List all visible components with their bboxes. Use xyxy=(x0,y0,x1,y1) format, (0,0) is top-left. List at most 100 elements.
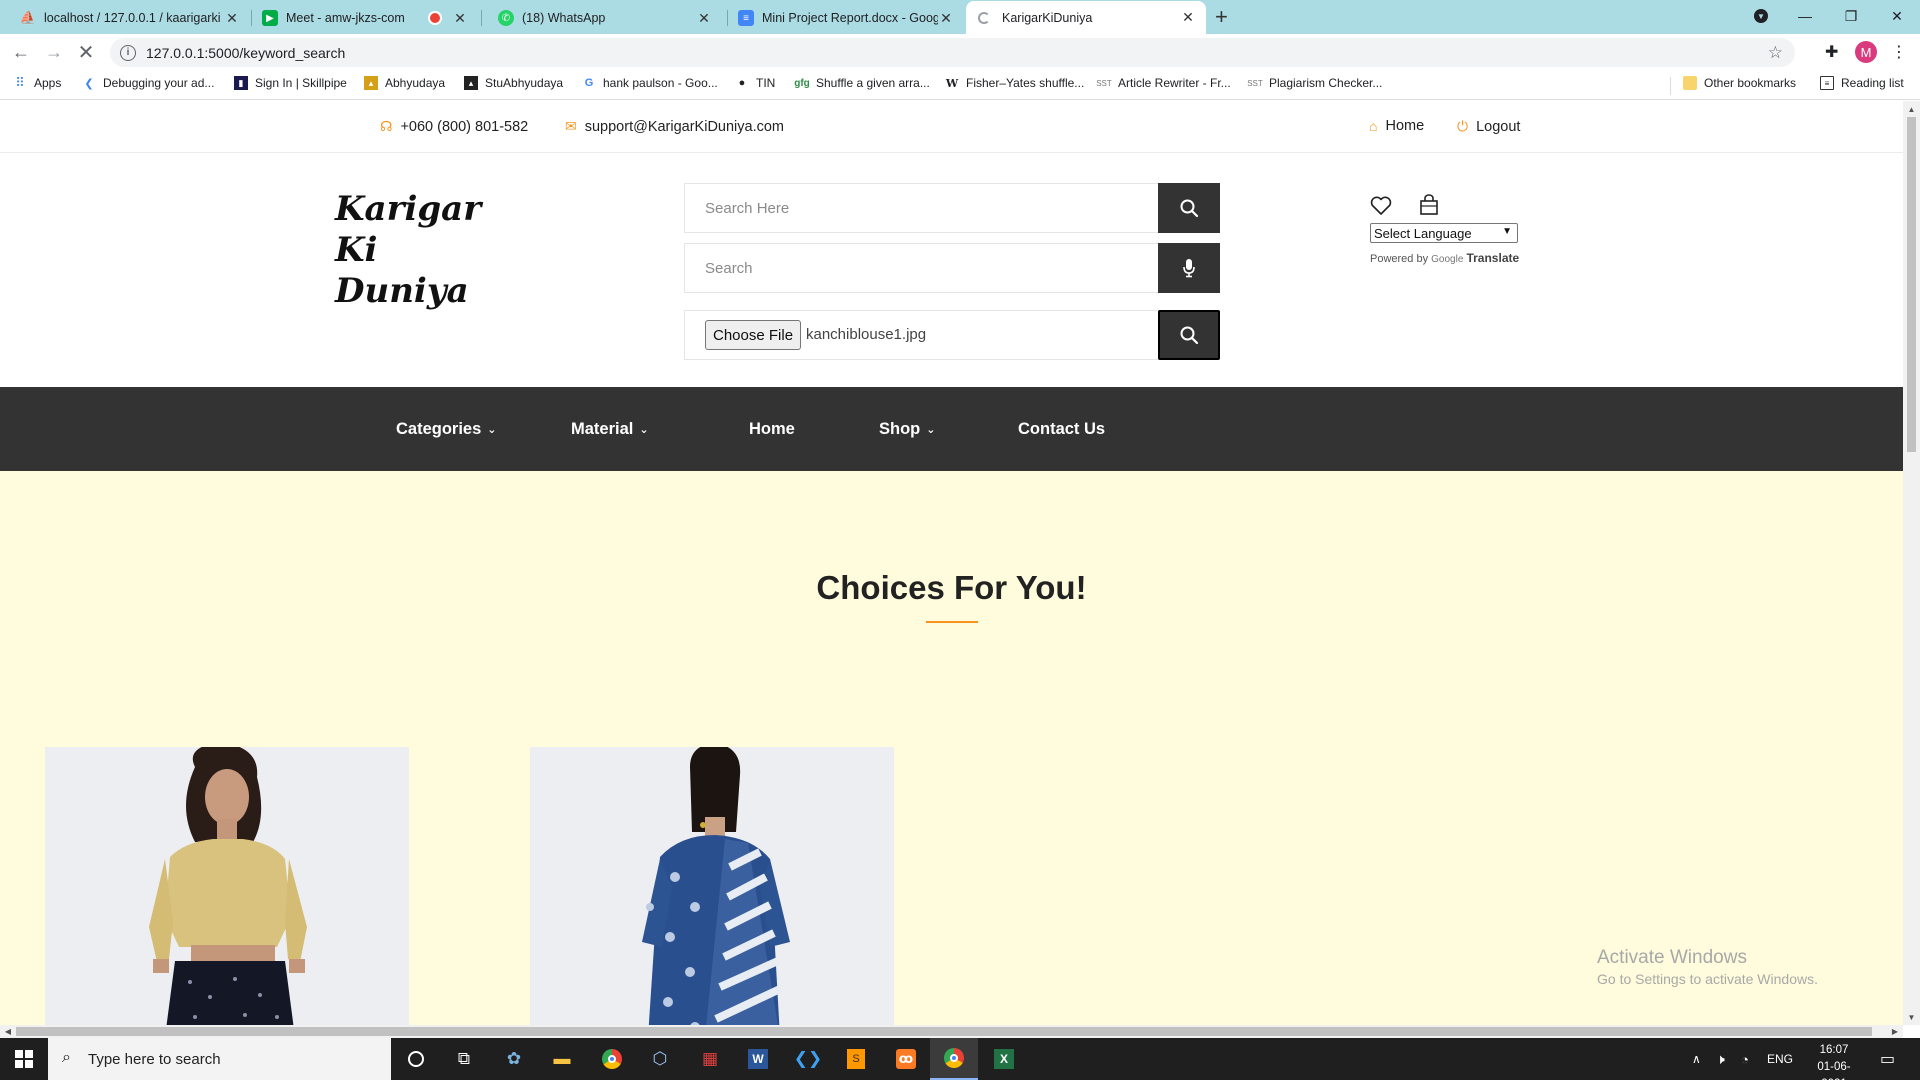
tab-whatsapp[interactable]: ✆ (18) WhatsApp ✕ xyxy=(488,2,722,34)
bookmark-item[interactable]: ▮ Sign In | Skillpipe xyxy=(234,76,347,90)
tab-phpmyadmin[interactable]: ⛵ localhost / 127.0.0.1 / kaarigarki ✕ xyxy=(10,2,250,34)
bookmark-item[interactable]: W Fisher–Yates shuffle... xyxy=(945,76,1084,90)
globe-icon: ● xyxy=(738,77,746,89)
nav-categories[interactable]: Categories ⌄ xyxy=(396,420,497,439)
voice-search-input[interactable] xyxy=(685,244,1159,292)
windows-start-button[interactable] xyxy=(0,1038,48,1080)
tab-title: KarigarKiDuniya xyxy=(1002,10,1093,25)
tab-google-docs[interactable]: ≡ Mini Project Report.docx - Googl ✕ xyxy=(728,2,964,34)
extensions-icon[interactable]: ✚ xyxy=(1825,42,1838,62)
new-tab-icon[interactable]: + xyxy=(1215,4,1228,30)
nav-material[interactable]: Material ⌄ xyxy=(571,420,649,439)
wifi-icon[interactable]: ◔ xyxy=(1741,1038,1749,1080)
bookmark-item[interactable]: SST Plagiarism Checker... xyxy=(1247,76,1382,90)
phpmyadmin-icon: ⛵ xyxy=(19,10,37,25)
skillpipe-icon: ▮ xyxy=(234,76,248,90)
scroll-up-icon[interactable]: ▲ xyxy=(1903,101,1920,117)
chrome-icon[interactable] xyxy=(588,1038,636,1080)
restore-icon[interactable]: ❐ xyxy=(1828,0,1874,32)
tab-meet[interactable]: ▶ Meet - amw-jkzs-com ✕ xyxy=(252,2,478,34)
top-home-link[interactable]: ⌂ Home xyxy=(1369,118,1424,134)
scroll-down-icon[interactable]: ▼ xyxy=(1903,1009,1920,1025)
vscode-icon[interactable]: ❮❯ xyxy=(784,1038,832,1080)
vertical-scrollbar[interactable]: ▲ ▼ xyxy=(1903,101,1920,1025)
close-window-icon[interactable]: ✕ xyxy=(1874,0,1920,32)
volume-muted-icon[interactable]: 🕨 xyxy=(1716,1038,1725,1080)
stop-loading-icon[interactable]: ✕ xyxy=(74,40,98,64)
bookmark-other[interactable]: Other bookmarks xyxy=(1683,76,1796,90)
close-tab-icon[interactable]: ✕ xyxy=(1180,9,1196,26)
close-tab-icon[interactable]: ✕ xyxy=(452,10,468,27)
wishlist-heart-icon[interactable] xyxy=(1370,196,1392,216)
close-tab-icon[interactable]: ✕ xyxy=(224,10,240,27)
bookmark-item[interactable]: ▴ Abhyudaya xyxy=(364,76,445,90)
bookmark-item[interactable]: SST Article Rewriter - Fr... xyxy=(1096,76,1230,90)
scrollbar-thumb[interactable] xyxy=(1907,117,1916,452)
bookmark-item[interactable]: G hank paulson - Goo... xyxy=(582,76,718,90)
bookmark-item[interactable]: ❮ Debugging your ad... xyxy=(82,76,214,90)
excel-icon[interactable]: X xyxy=(980,1038,1028,1080)
photos-app-icon[interactable]: ✿ xyxy=(490,1038,538,1080)
voice-search-button[interactable] xyxy=(1158,243,1220,293)
image-search-button[interactable] xyxy=(1158,310,1220,360)
back-icon[interactable]: ← xyxy=(9,40,33,64)
site-info-icon[interactable]: i xyxy=(120,44,136,61)
scroll-right-icon[interactable]: ▶ xyxy=(1887,1025,1903,1038)
nav-contact-us[interactable]: Contact Us xyxy=(1018,420,1105,439)
product-card[interactable] xyxy=(530,747,894,1025)
menu-icon[interactable]: ⋮ xyxy=(1891,42,1907,62)
close-tab-icon[interactable]: ✕ xyxy=(696,10,712,27)
language-indicator[interactable]: ENG xyxy=(1767,1038,1793,1080)
bookmark-item[interactable]: ● TIN xyxy=(735,76,776,90)
tab-search-icon[interactable]: ▼ xyxy=(1738,0,1784,32)
keyword-search-input[interactable] xyxy=(685,184,1159,232)
selected-file-name: kanchiblouse1.jpg xyxy=(806,326,927,343)
forward-icon[interactable]: → xyxy=(42,40,66,64)
scroll-left-icon[interactable]: ◀ xyxy=(0,1025,16,1038)
logout-link[interactable]: ⏻ Logout xyxy=(1457,118,1520,135)
bookmark-item[interactable]: ▴ StuAbhyudaya xyxy=(464,76,563,90)
keyword-search-button[interactable] xyxy=(1158,183,1220,233)
shopping-bag-icon[interactable] xyxy=(1419,194,1439,216)
minimize-icon[interactable]: — xyxy=(1782,0,1828,32)
nav-shop[interactable]: Shop ⌄ xyxy=(879,420,935,439)
3d-viewer-icon[interactable]: ⬡ xyxy=(636,1038,684,1080)
bookmark-star-icon[interactable]: ☆ xyxy=(1768,43,1783,63)
nav-home[interactable]: Home xyxy=(749,420,795,439)
tab-karigarkiduniya[interactable]: KarigarKiDuniya ✕ xyxy=(966,1,1206,34)
address-bar[interactable]: i 127.0.0.1:5000/keyword_search ☆ xyxy=(110,38,1795,67)
profile-avatar[interactable]: M xyxy=(1855,41,1877,63)
scrollbar-thumb[interactable] xyxy=(16,1027,1872,1036)
tab-title: (18) WhatsApp xyxy=(522,11,606,25)
cortana-icon[interactable] xyxy=(392,1038,440,1080)
show-hidden-icons-icon[interactable]: ∧ xyxy=(1692,1038,1701,1080)
voice-search-form xyxy=(684,243,1220,293)
word-icon[interactable]: W xyxy=(734,1038,782,1080)
taskbar-search-box[interactable]: ⌕ Type here to search xyxy=(48,1038,391,1080)
site-logo[interactable]: Karigar Ki Duniya xyxy=(335,189,481,312)
jetbrains-icon[interactable]: ▦ xyxy=(686,1038,734,1080)
language-select[interactable]: Select Language ▼ xyxy=(1370,223,1518,243)
close-tab-icon[interactable]: ✕ xyxy=(938,10,954,27)
chrome-active-icon[interactable] xyxy=(930,1038,978,1080)
product-card[interactable] xyxy=(45,747,409,1025)
sublime-text-icon[interactable]: S xyxy=(832,1038,880,1080)
email-address[interactable]: support@KarigarKiDuniya.com xyxy=(585,119,784,135)
task-view-icon[interactable]: ⧉ xyxy=(440,1038,488,1080)
page-viewport: ☊ +060 (800) 801-582 ✉ support@KarigarKi… xyxy=(0,101,1903,1025)
file-explorer-icon[interactable]: ▬ xyxy=(538,1038,586,1080)
notifications-icon[interactable]: ▭ xyxy=(1880,1038,1895,1080)
choose-file-button[interactable]: Choose File xyxy=(705,320,802,350)
horizontal-scrollbar[interactable]: ◀ ▶ xyxy=(0,1025,1903,1038)
bookmark-item[interactable]: gfg Shuffle a given arra... xyxy=(794,76,930,90)
taskbar-clock[interactable]: 16:07 01-06-2021 xyxy=(1808,1042,1860,1080)
bookmark-apps[interactable]: ⠿ Apps xyxy=(13,75,61,90)
windows-logo-icon xyxy=(15,1050,33,1068)
tab-title: localhost / 127.0.0.1 / kaarigarki xyxy=(44,11,221,25)
translate-link[interactable]: Translate xyxy=(1466,251,1519,265)
xampp-icon[interactable]: ꝏ xyxy=(882,1038,930,1080)
reading-list[interactable]: ≡ Reading list xyxy=(1820,76,1904,90)
browser-toolbar: ← → ✕ i 127.0.0.1:5000/keyword_search ☆ … xyxy=(0,34,1920,70)
email-contact[interactable]: ✉ support@KarigarKiDuniya.com xyxy=(565,118,784,135)
chevron-down-icon: ⌄ xyxy=(926,424,936,436)
